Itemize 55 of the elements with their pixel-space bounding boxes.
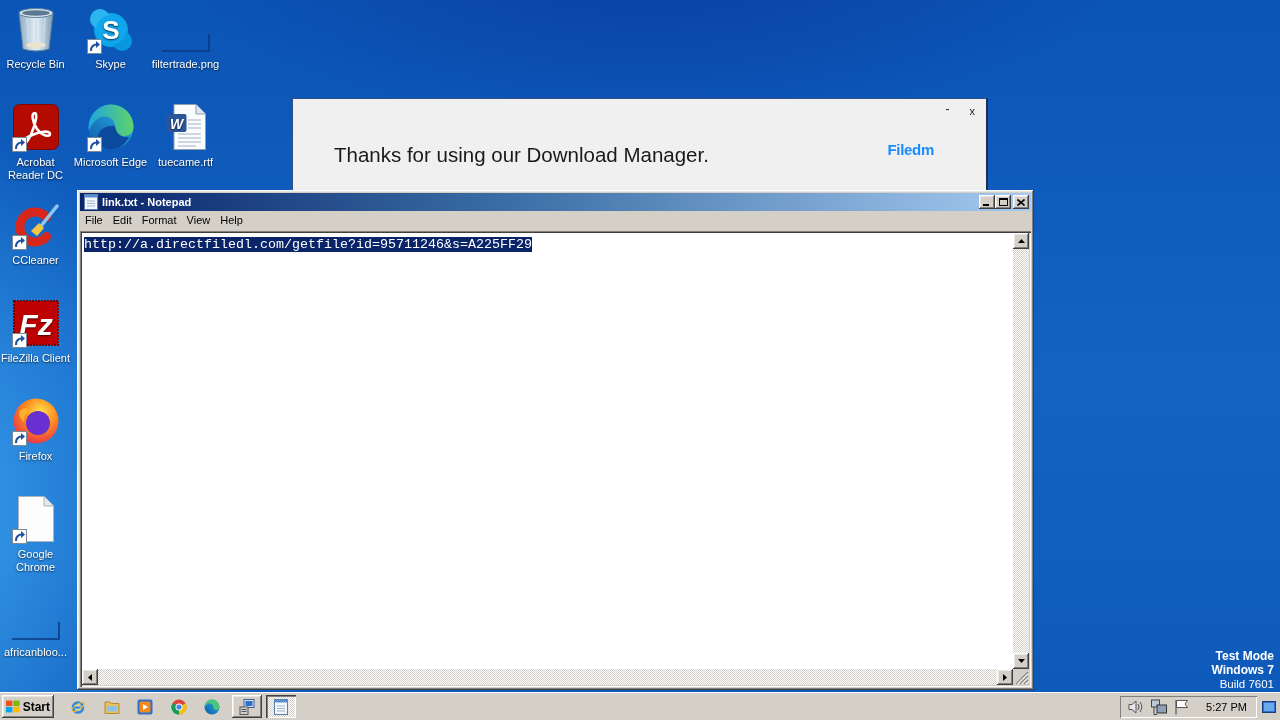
edge-icon xyxy=(87,104,134,150)
windows-logo-icon xyxy=(6,700,20,713)
scroll-up-button[interactable] xyxy=(1013,233,1029,249)
vertical-scrollbar[interactable] xyxy=(1013,233,1029,669)
minimize-icon xyxy=(983,203,989,206)
recycle-bin-icon xyxy=(17,8,54,52)
clock[interactable]: 5:27 PM xyxy=(1206,699,1247,714)
text-editor[interactable]: http://a.directfiledl.com/getfile?id=95711246&s=A225FF29 xyxy=(82,233,1013,669)
close-button[interactable] xyxy=(1013,195,1029,209)
horizontal-scrollbar[interactable] xyxy=(82,669,1013,685)
notepad-icon xyxy=(83,194,99,210)
speaker-icon[interactable] xyxy=(1128,698,1145,715)
taskbar-button[interactable] xyxy=(266,695,296,718)
blank-file-icon xyxy=(17,496,54,542)
popup-message: Thanks for using our Download Manager. xyxy=(334,142,709,168)
blank-thumbnail-icon xyxy=(11,622,60,640)
network-icon[interactable] xyxy=(1151,698,1168,715)
menu-item[interactable]: View xyxy=(181,212,216,229)
media-player-icon[interactable] xyxy=(137,698,153,715)
window-title: link.txt - Notepad xyxy=(102,195,192,209)
document-text: http://a.directfiledl.com/getfile?id=95711246&s=A225FF29 xyxy=(84,237,532,252)
edge-icon[interactable] xyxy=(204,698,220,715)
scroll-down-button[interactable] xyxy=(1013,653,1029,669)
taskbar-button[interactable] xyxy=(232,695,262,718)
system-notice-text: Build 7601 xyxy=(1219,677,1274,691)
flag-icon[interactable] xyxy=(1174,698,1191,715)
resize-grip-icon[interactable] xyxy=(1013,669,1029,685)
logo: Filedm xyxy=(887,141,934,159)
system-notice-text: Windows 7 xyxy=(1211,663,1274,677)
pdf-reader-icon xyxy=(12,104,59,150)
maximize-icon xyxy=(998,198,1008,206)
menu-item[interactable]: Format xyxy=(136,212,182,229)
scroll-right-button[interactable] xyxy=(997,669,1013,685)
menu-item[interactable]: Edit xyxy=(107,212,137,229)
maximize-button[interactable] xyxy=(995,195,1011,209)
firefox-icon xyxy=(12,398,59,444)
start-button[interactable]: Start xyxy=(2,695,54,718)
arrow-up-icon xyxy=(1017,239,1025,243)
menu-item[interactable]: Help xyxy=(215,212,248,229)
computer-icon xyxy=(239,698,255,715)
show-desktop-icon[interactable] xyxy=(1262,700,1276,713)
minimize-button[interactable]: - xyxy=(943,103,952,116)
filezilla-icon: Fz xyxy=(12,300,59,346)
minimize-button[interactable] xyxy=(979,195,995,209)
blank-thumbnail-icon xyxy=(161,34,210,52)
arrow-left-icon xyxy=(88,673,92,681)
arrow-down-icon xyxy=(1017,659,1025,663)
close-button[interactable]: x xyxy=(967,105,977,118)
close-icon xyxy=(1017,198,1025,206)
notepad-icon xyxy=(273,698,289,715)
menu-item[interactable]: File xyxy=(80,212,108,229)
arrow-right-icon xyxy=(1003,673,1007,681)
scroll-left-button[interactable] xyxy=(82,669,98,685)
system-notice-text: Test Mode xyxy=(1215,649,1274,663)
chrome-icon[interactable] xyxy=(170,698,187,715)
